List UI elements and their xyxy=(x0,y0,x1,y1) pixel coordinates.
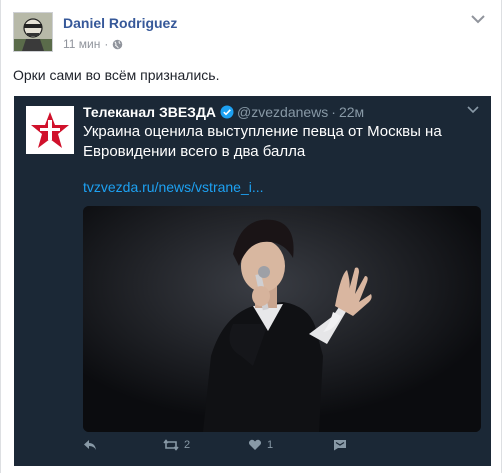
tweet-account-name[interactable]: Телеканал ЗВЕЗДА xyxy=(83,104,216,120)
verified-badge-icon xyxy=(220,105,234,119)
tweet-text: Украина оценила выступление певца от Мос… xyxy=(83,123,442,160)
embedded-tweet-screenshot[interactable]: Телеканал ЗВЕЗДА @zvezdanews · 22м Украи… xyxy=(14,96,491,466)
retweet-action[interactable]: 2 xyxy=(163,439,190,451)
post-time[interactable]: 11 мин xyxy=(63,37,100,51)
globe-icon[interactable] xyxy=(112,39,123,50)
post-text: Орки сами во всём признались. xyxy=(13,67,220,83)
heart-icon xyxy=(248,439,262,450)
zvezda-star-logo xyxy=(26,106,74,154)
tweet-handle[interactable]: @zvezdanews xyxy=(237,104,328,120)
retweet-icon xyxy=(163,439,179,451)
tweet-photo-singer[interactable] xyxy=(83,206,481,432)
author-name[interactable]: Daniel Rodriguez xyxy=(63,15,177,31)
reply-action[interactable] xyxy=(83,439,97,451)
tweet-link[interactable]: tvzvezda.ru/news/vstrane_i... xyxy=(83,179,264,195)
post-meta: 11 мин · xyxy=(63,37,123,51)
meta-separator: · xyxy=(104,37,109,51)
tweet-menu-chevron-down-icon[interactable] xyxy=(467,106,479,114)
author-avatar[interactable] xyxy=(13,12,53,52)
direct-message-action[interactable] xyxy=(333,439,347,451)
tweet-actions: 2 1 xyxy=(83,439,383,457)
direct-message-icon xyxy=(334,440,346,451)
post-menu-chevron-down-icon[interactable] xyxy=(471,14,485,24)
tweet-time[interactable]: 22м xyxy=(339,104,364,120)
like-count: 1 xyxy=(267,439,274,451)
reply-icon xyxy=(84,440,96,450)
retweet-count: 2 xyxy=(184,439,191,451)
like-action[interactable]: 1 xyxy=(248,439,273,451)
tweet-dot: · xyxy=(331,104,336,120)
tweet-header: Телеканал ЗВЕЗДА @zvezdanews · 22м xyxy=(83,104,364,120)
facebook-post: Daniel Rodriguez 11 мин · Орки сами во в… xyxy=(0,0,502,473)
